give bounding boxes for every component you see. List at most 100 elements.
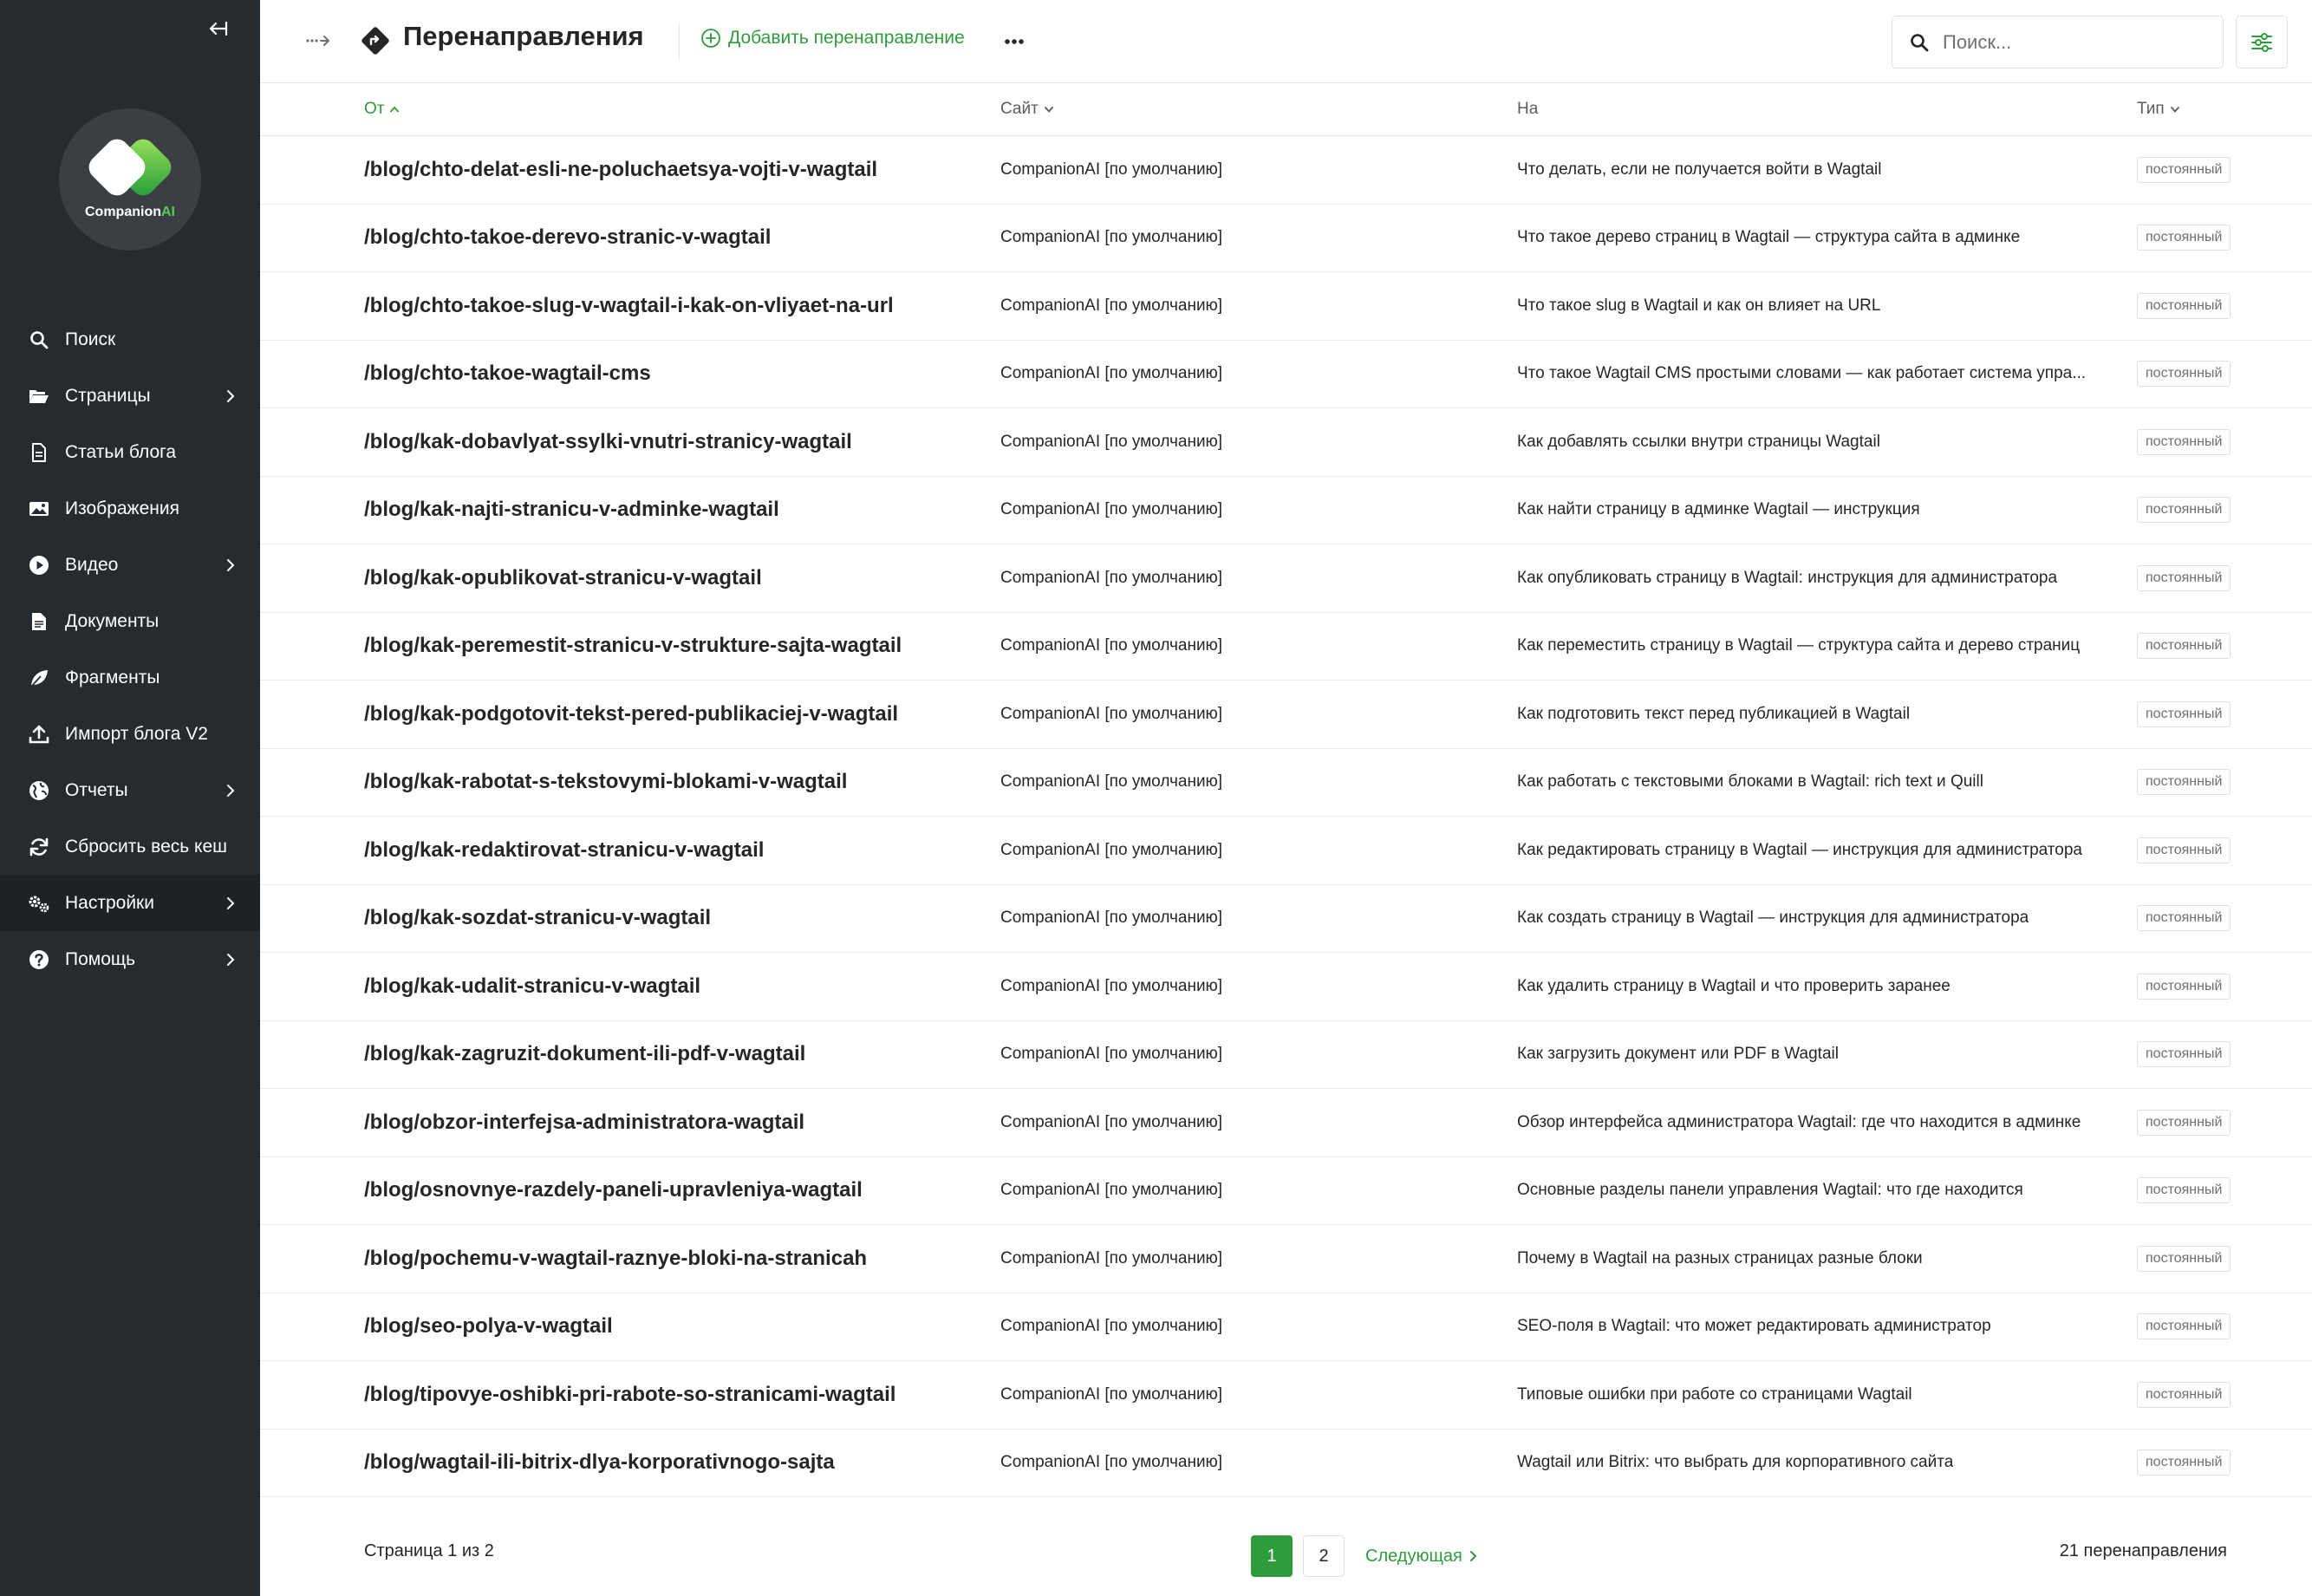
column-header-type[interactable]: Тип xyxy=(2137,100,2180,119)
redirect-to-cell: Как найти страницу в админке Wagtail — и… xyxy=(1517,500,1920,519)
redirect-from-link[interactable]: /blog/kak-peremestit-stranicu-v-struktur… xyxy=(364,634,902,658)
cogs-icon xyxy=(26,890,52,916)
status-badge: постоянный xyxy=(2137,1109,2231,1136)
add-redirect-button[interactable]: Добавить перенаправление xyxy=(700,28,965,49)
search-input[interactable] xyxy=(1943,30,2203,54)
type-cell: постоянный xyxy=(2137,1313,2231,1340)
status-badge: постоянный xyxy=(2137,156,2231,183)
column-label: Тип xyxy=(2137,100,2165,118)
sort-ascending-icon xyxy=(390,106,400,113)
redirect-from-link[interactable]: /blog/kak-zagruzit-dokument-ili-pdf-v-wa… xyxy=(364,1042,805,1066)
table-row: /blog/chto-takoe-slug-v-wagtail-i-kak-on… xyxy=(260,272,2312,341)
column-header-from[interactable]: От xyxy=(364,100,400,119)
chevron-right-icon xyxy=(1469,1551,1477,1561)
status-badge: постоянный xyxy=(2137,1177,2231,1204)
table-row: /blog/obzor-interfejsa-administratora-wa… xyxy=(260,1089,2312,1157)
upload-icon xyxy=(26,721,52,747)
redirect-to-cell: Как переместить страницу в Wagtail — стр… xyxy=(1517,636,2081,655)
header-divider xyxy=(679,23,680,61)
table-row: /blog/chto-takoe-derevo-stranic-v-wagtai… xyxy=(260,205,2312,272)
globe-icon xyxy=(26,778,52,804)
redirect-to-cell: Как опубликовать страницу в Wagtail: инс… xyxy=(1517,568,2058,587)
redirect-to-cell: Что такое slug в Wagtail и как он влияет… xyxy=(1517,296,1881,315)
site-cell: CompanionAI [по умолчанию] xyxy=(1000,704,1223,723)
sidebar-item-help[interactable]: Помощь xyxy=(0,931,260,987)
type-cell: постоянный xyxy=(2137,905,2231,932)
total-count: 21 перенаправления xyxy=(2059,1541,2227,1560)
redirect-from-link[interactable]: /blog/chto-takoe-wagtail-cms xyxy=(364,362,651,386)
site-cell: CompanionAI [по умолчанию] xyxy=(1000,840,1223,859)
redirect-from-link[interactable]: /blog/kak-dobavlyat-ssylki-vnutri-strani… xyxy=(364,430,852,454)
redirect-to-cell: Почему в Wagtail на разных страницах раз… xyxy=(1517,1248,1923,1267)
site-cell: CompanionAI [по умолчанию] xyxy=(1000,432,1223,451)
page-button[interactable]: 2 xyxy=(1303,1535,1345,1577)
type-cell: постоянный xyxy=(2137,564,2231,591)
sliders-icon xyxy=(2251,32,2272,52)
sidebar-item-reports[interactable]: Отчеты xyxy=(0,762,260,818)
breadcrumb-toggle-button[interactable] xyxy=(303,28,333,54)
redirect-from-link[interactable]: /blog/kak-opublikovat-stranicu-v-wagtail xyxy=(364,566,762,590)
sidebar-item-label: Настройки xyxy=(65,892,154,913)
type-cell: постоянный xyxy=(2137,428,2231,455)
redirect-from-link[interactable]: /blog/kak-udalit-stranicu-v-wagtail xyxy=(364,974,700,999)
redirect-from-link[interactable]: /blog/kak-najti-stranicu-v-adminke-wagta… xyxy=(364,498,779,522)
redirect-from-link[interactable]: /blog/kak-sozdat-stranicu-v-wagtail xyxy=(364,906,711,930)
redirect-from-link[interactable]: /blog/kak-podgotovit-tekst-pered-publika… xyxy=(364,702,898,726)
status-badge: постоянный xyxy=(2137,225,2231,251)
collapse-sidebar-button[interactable] xyxy=(205,16,231,42)
sidebar-item-pages[interactable]: Страницы xyxy=(0,368,260,424)
table-row: /blog/osnovnye-razdely-paneli-upravleniy… xyxy=(260,1157,2312,1225)
status-badge: постоянный xyxy=(2137,1245,2231,1272)
redirect-from-link[interactable]: /blog/kak-rabotat-s-tekstovymi-blokami-v… xyxy=(364,770,847,794)
column-header-to: На xyxy=(1517,100,1538,119)
site-cell: CompanionAI [по умолчанию] xyxy=(1000,909,1223,928)
more-actions-button[interactable] xyxy=(999,29,1030,54)
redirect-from-link[interactable]: /blog/osnovnye-razdely-paneli-upravleniy… xyxy=(364,1178,863,1202)
table-row: /blog/kak-rabotat-s-tekstovymi-blokami-v… xyxy=(260,749,2312,817)
redirect-from-link[interactable]: /blog/wagtail-ili-bitrix-dlya-korporativ… xyxy=(364,1450,835,1475)
type-cell: постоянный xyxy=(2137,156,2231,183)
redirect-from-link[interactable]: /blog/kak-redaktirovat-stranicu-v-wagtai… xyxy=(364,838,764,863)
table-row: /blog/kak-podgotovit-tekst-pered-publika… xyxy=(260,681,2312,749)
redirect-to-cell: Обзор интерфейса администратора Wagtail:… xyxy=(1517,1112,2081,1131)
sidebar-item-settings[interactable]: Настройки xyxy=(0,875,260,931)
chevron-right-icon xyxy=(227,896,235,909)
column-header-site[interactable]: Сайт xyxy=(1000,100,1054,119)
sidebar-item-snippets[interactable]: Фрагменты xyxy=(0,649,260,706)
redirect-from-link[interactable]: /blog/chto-delat-esli-ne-poluchaetsya-vo… xyxy=(364,158,877,182)
redirect-to-cell: Как редактировать страницу в Wagtail — и… xyxy=(1517,840,2082,859)
site-cell: CompanionAI [по умолчанию] xyxy=(1000,1384,1223,1404)
type-cell: постоянный xyxy=(2137,1245,2231,1272)
redirect-from-link[interactable]: /blog/tipovye-oshibki-pri-rabote-so-stra… xyxy=(364,1383,895,1407)
sidebar-item-search[interactable]: Поиск xyxy=(0,311,260,368)
sidebar-item-images[interactable]: Изображения xyxy=(0,480,260,537)
redirect-from-link[interactable]: /blog/chto-takoe-slug-v-wagtail-i-kak-on… xyxy=(364,294,894,318)
main-nav: Поиск Страницы Статьи блога Изображения xyxy=(0,311,260,987)
image-icon xyxy=(26,496,52,522)
sidebar-item-label: Страницы xyxy=(65,385,151,406)
redirect-from-link[interactable]: /blog/chto-takoe-derevo-stranic-v-wagtai… xyxy=(364,225,771,250)
page-button-current[interactable]: 1 xyxy=(1251,1535,1293,1577)
redirect-from-link[interactable]: /blog/seo-polya-v-wagtail xyxy=(364,1314,613,1339)
table-row: /blog/kak-dobavlyat-ssylki-vnutri-strani… xyxy=(260,408,2312,477)
column-label: От xyxy=(364,100,385,118)
play-circle-icon xyxy=(26,552,52,578)
filters-button[interactable] xyxy=(2236,16,2288,68)
site-cell: CompanionAI [по умолчанию] xyxy=(1000,1112,1223,1131)
page-title: Перенаправления xyxy=(403,21,644,51)
site-cell: CompanionAI [по умолчанию] xyxy=(1000,228,1223,247)
redirect-to-cell: Основные разделы панели управления Wagta… xyxy=(1517,1181,2023,1200)
sidebar-item-import-blog[interactable]: Импорт блога V2 xyxy=(0,706,260,762)
app-logo[interactable]: CompanionAI xyxy=(59,108,201,251)
type-cell: постоянный xyxy=(2137,1177,2231,1204)
type-cell: постоянный xyxy=(2137,225,2231,251)
sidebar-item-video[interactable]: Видео xyxy=(0,537,260,593)
sidebar-item-label: Изображения xyxy=(65,498,179,518)
sidebar-item-blog-posts[interactable]: Статьи блога xyxy=(0,424,260,480)
sidebar-item-clear-cache[interactable]: Сбросить весь кеш xyxy=(0,818,260,875)
snippet-leaf-icon xyxy=(26,665,52,691)
redirect-from-link[interactable]: /blog/obzor-interfejsa-administratora-wa… xyxy=(364,1111,804,1135)
sidebar-item-documents[interactable]: Документы xyxy=(0,593,260,649)
redirect-from-link[interactable]: /blog/pochemu-v-wagtail-raznye-bloki-na-… xyxy=(364,1247,867,1271)
next-page-link[interactable]: Следующая xyxy=(1365,1547,1478,1567)
